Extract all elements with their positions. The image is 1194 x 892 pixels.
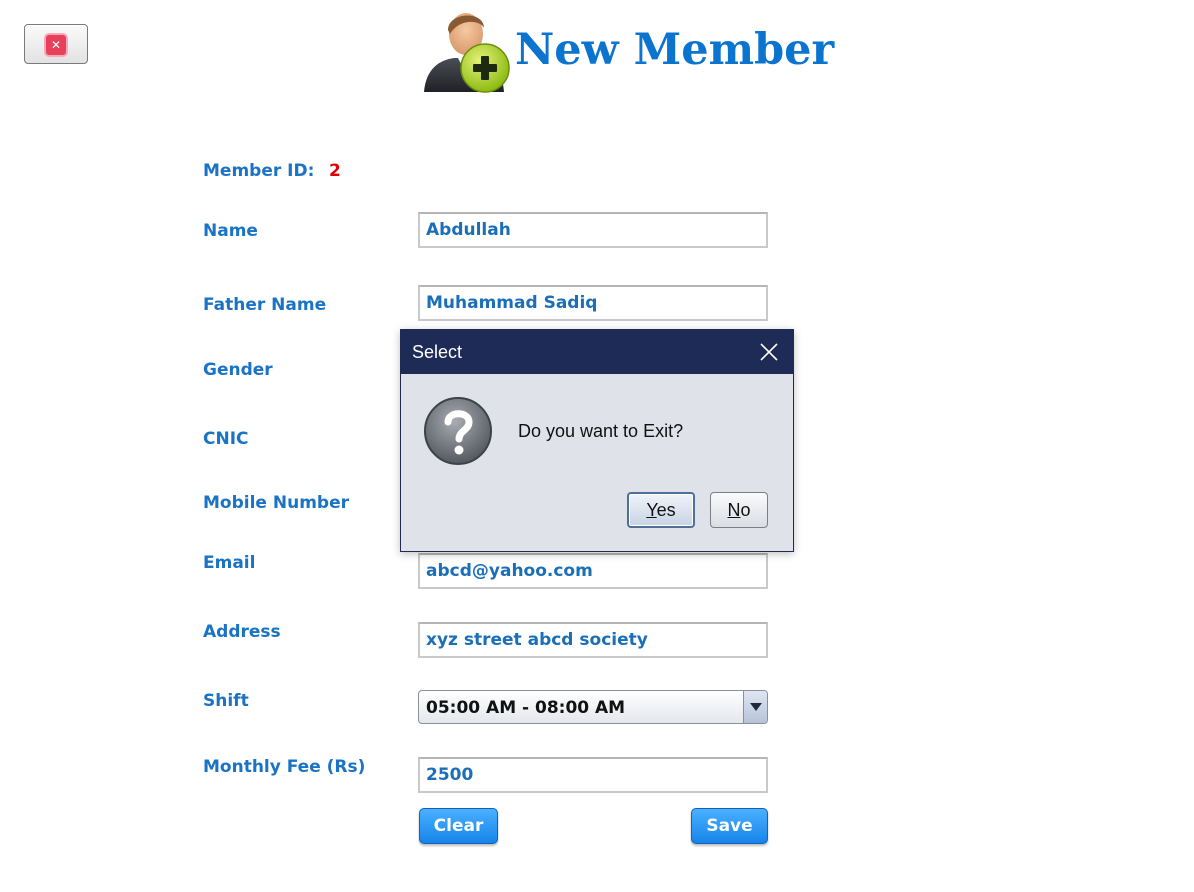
no-button[interactable]: No bbox=[710, 492, 768, 528]
address-field[interactable]: xyz street abcd society bbox=[418, 622, 768, 658]
question-icon bbox=[424, 397, 492, 465]
chevron-down-icon[interactable] bbox=[743, 691, 767, 723]
dialog-message: Do you want to Exit? bbox=[518, 421, 684, 441]
gender-label: Gender bbox=[203, 360, 273, 380]
yes-button[interactable]: Yes bbox=[627, 492, 695, 528]
shift-selected-value: 05:00 AM - 08:00 AM bbox=[426, 698, 626, 718]
name-field[interactable]: Abdullah bbox=[418, 212, 768, 248]
dialog-titlebar: Select bbox=[401, 330, 793, 374]
monthly-fee-field[interactable]: 2500 bbox=[418, 757, 768, 793]
mobile-number-label: Mobile Number bbox=[203, 493, 349, 513]
add-user-icon bbox=[424, 13, 510, 93]
close-icon: ✕ bbox=[46, 35, 66, 55]
cnic-label: CNIC bbox=[203, 429, 249, 449]
no-mnemonic: N bbox=[727, 500, 741, 520]
shift-select[interactable]: 05:00 AM - 08:00 AM bbox=[418, 690, 768, 724]
confirm-exit-dialog: Select Do you want to Exit? Yes No bbox=[400, 329, 794, 552]
exit-button[interactable]: ✕ bbox=[24, 24, 88, 64]
member-id-value: 2 bbox=[329, 161, 341, 181]
email-label: Email bbox=[203, 553, 256, 573]
name-label: Name bbox=[203, 221, 258, 241]
clear-button[interactable]: Clear bbox=[419, 808, 498, 844]
dialog-title: Select bbox=[412, 342, 463, 362]
yes-label-rest: es bbox=[656, 500, 676, 520]
save-button[interactable]: Save bbox=[691, 808, 768, 844]
address-label: Address bbox=[203, 622, 281, 642]
yes-mnemonic: Y bbox=[646, 500, 657, 520]
email-field[interactable]: abcd@yahoo.com bbox=[418, 553, 768, 589]
page-title: New Member bbox=[515, 25, 835, 75]
father-name-field[interactable]: Muhammad Sadiq bbox=[418, 285, 768, 321]
father-name-label: Father Name bbox=[203, 295, 327, 315]
member-id-label: Member ID: bbox=[203, 161, 315, 181]
monthly-fee-label: Monthly Fee (Rs) bbox=[203, 757, 366, 777]
shift-label: Shift bbox=[203, 691, 249, 711]
no-label-rest: o bbox=[740, 500, 751, 520]
close-icon[interactable] bbox=[759, 342, 779, 362]
